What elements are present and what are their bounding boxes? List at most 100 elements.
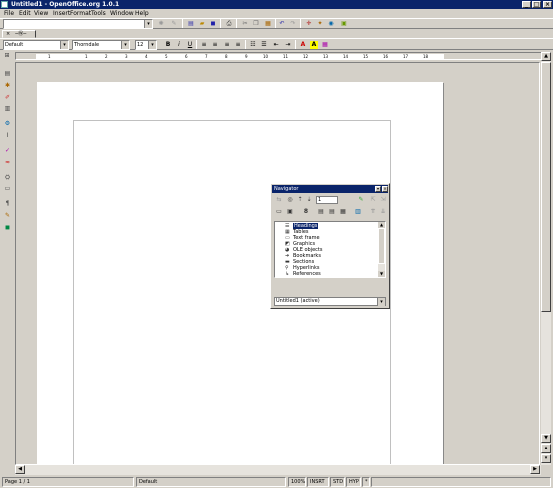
- insert-mode-indicator[interactable]: INSRT: [307, 477, 329, 487]
- navigator-list[interactable]: ☰ Headings ▦ Tables ▭ Text frame ◩ Graphics …: [274, 221, 386, 278]
- save-icon[interactable]: ◼: [209, 20, 217, 28]
- list-scrollbar[interactable]: ▲ ▼: [378, 222, 385, 277]
- menu-help[interactable]: Help: [135, 9, 149, 18]
- scroll-down-icon[interactable]: ▼: [541, 434, 551, 443]
- menu-edit[interactable]: Edit: [19, 9, 31, 18]
- hyperlink-mode-indicator[interactable]: HYP: [346, 477, 361, 487]
- document-select[interactable]: Untitled1 (active) ▾: [274, 297, 386, 306]
- menu-tools[interactable]: Tools: [91, 9, 106, 18]
- underline-button[interactable]: U: [186, 41, 194, 49]
- menu-insert[interactable]: Insert: [53, 9, 70, 18]
- spellcheck-icon[interactable]: ✓: [3, 147, 12, 155]
- show-draw-functions-icon[interactable]: ▥: [3, 105, 12, 113]
- paragraph-style-select[interactable]: Default ▾: [3, 40, 69, 50]
- redo-icon[interactable]: ↷: [289, 20, 297, 28]
- align-right-icon[interactable]: ≡: [223, 41, 231, 49]
- footer-icon[interactable]: ▤: [328, 208, 336, 216]
- document-tab[interactable]: × ─Ⓦ─: [2, 30, 36, 38]
- navigator-close-button[interactable]: ×: [382, 186, 388, 192]
- chevron-down-icon[interactable]: ▾: [148, 41, 156, 49]
- insert-icon[interactable]: ▤: [3, 70, 12, 78]
- chevron-down-icon[interactable]: ▾: [60, 41, 68, 49]
- nonprinting-chars-icon[interactable]: ¶: [3, 200, 12, 208]
- highlight-icon[interactable]: A: [310, 41, 318, 49]
- auto-spellcheck-icon[interactable]: ≈: [3, 159, 12, 167]
- horizontal-ruler[interactable]: 1 1 2 3 4 5 6 7 8 9 10 11 12 13 14 15 16…: [15, 52, 545, 60]
- chevron-down-icon[interactable]: ▾: [377, 298, 385, 306]
- scroll-thumb[interactable]: [378, 228, 385, 264]
- minimize-button[interactable]: _: [522, 1, 531, 8]
- form-functions-icon[interactable]: ⚙: [3, 120, 12, 128]
- hyperlink-dialog-icon[interactable]: ◉: [327, 20, 335, 28]
- cut-icon[interactable]: ✂: [241, 20, 249, 28]
- scroll-thumb[interactable]: [541, 62, 551, 312]
- text-autocomplete-icon[interactable]: ◼: [3, 224, 12, 232]
- data-sources-icon[interactable]: ▭: [3, 185, 12, 193]
- list-item[interactable]: ↳ References: [285, 271, 321, 277]
- navigation-icon[interactable]: ◎: [286, 196, 294, 204]
- numbering-icon[interactable]: ☷: [249, 41, 257, 49]
- header-icon[interactable]: ▤: [317, 208, 325, 216]
- selection-mode-indicator[interactable]: STD: [330, 477, 345, 487]
- anchor-icon[interactable]: ▦: [339, 208, 347, 216]
- copy-icon[interactable]: ❐: [252, 20, 260, 28]
- justify-icon[interactable]: ≡: [234, 41, 242, 49]
- scroll-left-icon[interactable]: ◀: [15, 465, 25, 474]
- text-cursor-icon[interactable]: I: [3, 132, 12, 140]
- print-icon[interactable]: ⎙: [225, 20, 233, 28]
- url-field[interactable]: ▾: [3, 19, 153, 29]
- navigator-minimize-button[interactable]: ▾: [375, 186, 381, 192]
- increase-indent-icon[interactable]: ⇥: [284, 41, 292, 49]
- vertical-scrollbar[interactable]: ▲ ▼ ▴ ▾: [541, 52, 551, 465]
- decrease-indent-icon[interactable]: ⇤: [272, 41, 280, 49]
- font-name-select[interactable]: Thorndale ▾: [72, 40, 130, 50]
- align-center-icon[interactable]: ≡: [211, 41, 219, 49]
- set-reminder-icon[interactable]: 8: [302, 208, 310, 216]
- list-box-icon[interactable]: ▭: [275, 208, 283, 216]
- promote-icon[interactable]: ⇱: [369, 196, 377, 204]
- menu-file[interactable]: File: [4, 9, 14, 18]
- stylist-icon[interactable]: ✦: [316, 20, 324, 28]
- content-view-icon[interactable]: ▣: [286, 208, 294, 216]
- page-number-field[interactable]: 1: [316, 196, 338, 204]
- bold-button[interactable]: B: [164, 41, 172, 49]
- navigator-toggle-icon[interactable]: ✛: [305, 20, 313, 28]
- drag-mode-icon[interactable]: ✎: [357, 196, 365, 204]
- chevron-down-icon[interactable]: ▾: [121, 41, 129, 49]
- scroll-down-icon[interactable]: ▼: [378, 271, 385, 277]
- close-button[interactable]: ×: [543, 1, 552, 8]
- page-style-indicator[interactable]: Default: [136, 477, 286, 487]
- insert-object-icon[interactable]: ✐: [3, 94, 12, 102]
- next-icon[interactable]: ⇣: [305, 196, 313, 204]
- menu-view[interactable]: View: [34, 9, 48, 18]
- undo-icon[interactable]: ↶: [278, 20, 286, 28]
- navigator-panel[interactable]: Navigator ▾ × ⇆ ◎ ⇡ ⇣ 1 ✎ ⇱ ⇲ ▭ ▣ 8 ▤ ▤ …: [270, 183, 390, 309]
- scroll-up-icon[interactable]: ▲: [541, 52, 551, 61]
- stop-icon[interactable]: ✺: [157, 20, 165, 28]
- font-size-select[interactable]: 12 ▾: [135, 40, 157, 50]
- scroll-right-icon[interactable]: ▶: [530, 465, 540, 474]
- close-icon[interactable]: ×: [6, 31, 10, 37]
- bullets-icon[interactable]: ☰: [260, 41, 268, 49]
- chevron-down-icon[interactable]: ▾: [144, 20, 152, 28]
- page-down-icon[interactable]: ▾: [541, 454, 551, 463]
- previous-icon[interactable]: ⇡: [296, 196, 304, 204]
- italic-button[interactable]: i: [175, 41, 183, 49]
- menu-window[interactable]: Window: [110, 9, 134, 18]
- font-color-icon[interactable]: A: [299, 41, 307, 49]
- insert-fields-icon[interactable]: ✱: [3, 82, 12, 90]
- background-color-icon[interactable]: ▦: [321, 41, 329, 49]
- online-layout-icon[interactable]: ✎: [3, 212, 12, 220]
- new-document-icon[interactable]: ▤: [187, 20, 195, 28]
- heading-levels-icon[interactable]: ▥: [354, 208, 362, 216]
- demote-icon[interactable]: ⇲: [379, 196, 387, 204]
- horizontal-scrollbar[interactable]: ◀ ▶: [15, 465, 541, 475]
- maximize-button[interactable]: □: [532, 1, 541, 8]
- menu-format[interactable]: Format: [70, 9, 91, 18]
- gallery-icon[interactable]: ▣: [340, 20, 348, 28]
- zoom-indicator[interactable]: 100%: [288, 477, 306, 487]
- tab-stop-icon[interactable]: ⊞: [3, 52, 11, 60]
- align-left-icon[interactable]: ≡: [200, 41, 208, 49]
- move-down-icon[interactable]: ⇊: [379, 208, 387, 216]
- move-up-icon[interactable]: ⇈: [369, 208, 377, 216]
